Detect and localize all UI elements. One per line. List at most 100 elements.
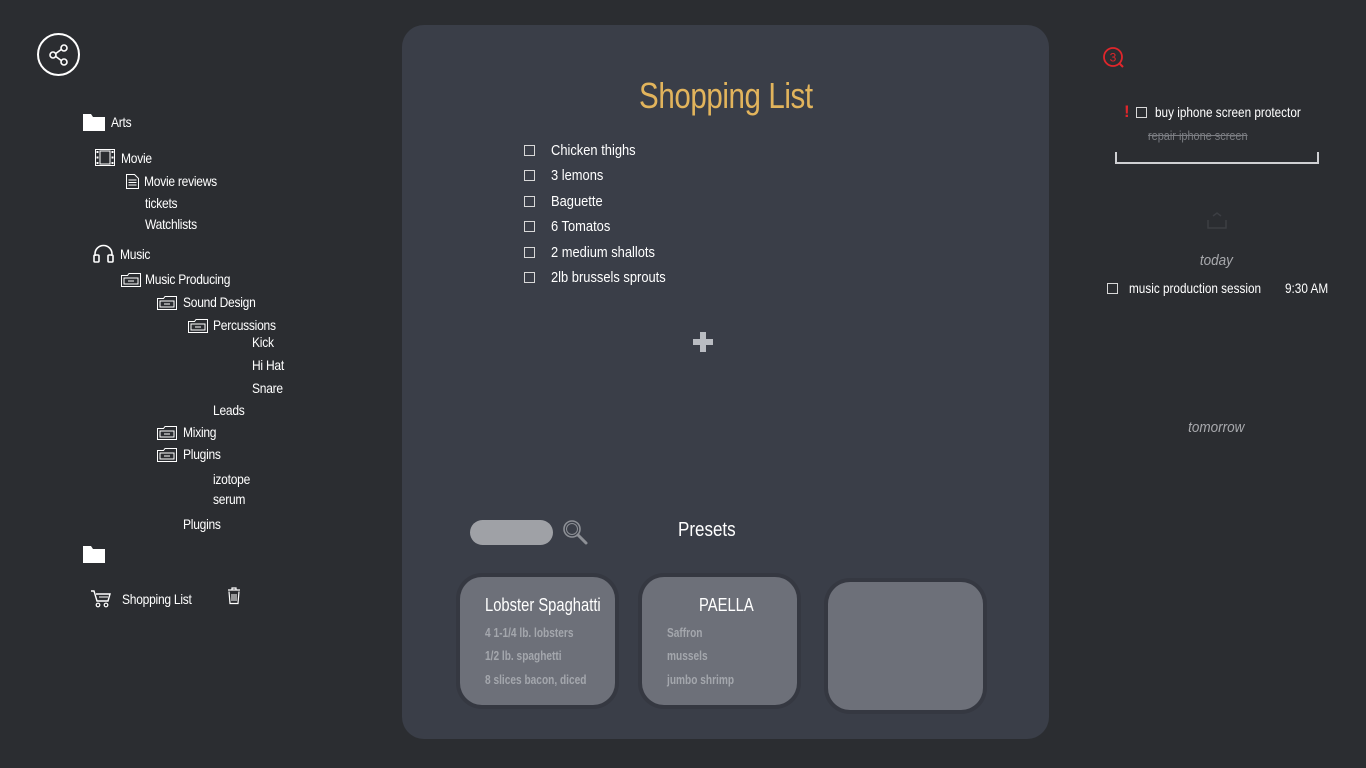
- tree-item-label: Shopping List: [122, 591, 192, 607]
- list-item[interactable]: 6 Tomatos: [524, 218, 620, 235]
- tree-item-label: tickets: [145, 195, 178, 211]
- list-item[interactable]: Chicken thighs: [524, 142, 649, 159]
- folder-icon: [83, 545, 105, 563]
- list-item[interactable]: 2 medium shallots: [524, 244, 672, 261]
- preset-line: 8 slices bacon, diced: [485, 672, 587, 687]
- checkbox[interactable]: [524, 247, 535, 258]
- preset-title: Lobster Spaghatti: [485, 595, 601, 615]
- checkbox[interactable]: [524, 170, 535, 181]
- tree-item-new-folder[interactable]: [83, 545, 111, 563]
- page-title: Shopping List: [638, 75, 813, 116]
- share-button[interactable]: [37, 33, 80, 76]
- tree-item-label: Plugins: [183, 446, 221, 462]
- list-item-label: 6 Tomatos: [551, 218, 611, 235]
- shopping-cart-icon: [90, 590, 112, 608]
- tree-item-shopping-list[interactable]: Shopping List: [90, 590, 203, 608]
- tree-item-label: izotope: [213, 471, 251, 487]
- checkbox[interactable]: [1135, 106, 1147, 118]
- tree-item-label: Plugins: [183, 516, 221, 532]
- film-icon: [95, 149, 115, 166]
- trash-icon: [228, 587, 240, 605]
- tree-item-plugins[interactable]: Plugins: [157, 446, 227, 462]
- checkbox[interactable]: [524, 196, 535, 207]
- tree-item-label: Leads: [213, 402, 245, 418]
- tree-item-music-producing[interactable]: Music Producing: [121, 271, 244, 287]
- archive-tray-icon: [1206, 212, 1228, 235]
- list-item[interactable]: 2lb brussels sprouts: [524, 269, 684, 286]
- share-icon: [48, 43, 68, 66]
- list-item-label: Baguette: [551, 193, 603, 210]
- tree-item-percussions[interactable]: Percussions: [188, 317, 286, 333]
- headphones-icon: [93, 244, 114, 263]
- shopping-list-panel: Shopping List Chicken thighs 3 lemons Ba…: [402, 25, 1049, 739]
- list-item[interactable]: 3 lemons: [524, 167, 612, 184]
- tree-item-movie[interactable]: Movie: [95, 149, 157, 166]
- add-item-button[interactable]: [691, 330, 715, 354]
- todo-label: buy iphone screen protector: [1154, 104, 1301, 120]
- list-item[interactable]: Baguette: [524, 193, 611, 210]
- archive-folder-icon: [157, 295, 177, 310]
- preset-card-lobster-spaghatti[interactable]: Lobster Spaghatti 4 1-1/4 lb. lobsters 1…: [460, 577, 615, 705]
- tree-item-label: Kick: [252, 334, 274, 350]
- tree-item-label: serum: [213, 491, 246, 507]
- checkbox[interactable]: [524, 221, 535, 232]
- tomorrow-label: tomorrow: [1187, 419, 1245, 436]
- preset-line: 4 1-1/4 lb. lobsters: [485, 625, 574, 640]
- list-item-label: 3 lemons: [551, 167, 604, 184]
- document-icon: [126, 173, 139, 189]
- tree-item-izotope[interactable]: izotope: [213, 471, 256, 487]
- today-item-time: 9:30 AM: [1285, 280, 1329, 296]
- list-item-label: 2 medium shallots: [551, 244, 655, 261]
- todo-item[interactable]: ! buy iphone screen protector: [1124, 102, 1328, 122]
- preset-card-paella[interactable]: PAELLA Saffron mussels jumbo shrimp: [642, 577, 797, 705]
- notification-icon: 3: [1103, 47, 1124, 68]
- tree-item-music[interactable]: Music: [93, 244, 155, 263]
- checkbox[interactable]: [524, 145, 535, 156]
- archive-folder-icon: [157, 447, 177, 462]
- tree-item-leads[interactable]: Leads: [213, 402, 250, 418]
- search-input[interactable]: [470, 520, 553, 545]
- priority-mark: !: [1124, 102, 1130, 121]
- delete-button[interactable]: [227, 587, 241, 610]
- today-label: today: [1199, 252, 1233, 269]
- archive-folder-icon: [121, 272, 141, 287]
- today-item-label: music production session: [1129, 280, 1262, 296]
- preset-line: jumbo shrimp: [667, 672, 735, 687]
- tree-item-sound-design[interactable]: Sound Design: [157, 294, 267, 310]
- tree-item-snare[interactable]: Snare: [252, 380, 288, 396]
- presets-heading: Presets: [678, 519, 736, 541]
- todo-label: repair iphone screen: [1148, 128, 1248, 143]
- tree-item-serum[interactable]: serum: [213, 491, 250, 507]
- tree-item-label: Music Producing: [145, 271, 231, 287]
- preset-title: PAELLA: [699, 595, 754, 615]
- search-icon: [563, 520, 588, 545]
- tree-item-watchlists[interactable]: Watchlists: [145, 216, 205, 232]
- checkbox[interactable]: [1107, 282, 1118, 294]
- folder-icon: [83, 113, 105, 131]
- preset-line: 1/2 lb. spaghetti: [485, 648, 562, 663]
- tree-item-mixing[interactable]: Mixing: [157, 424, 222, 440]
- tree-item-label: Watchlists: [145, 216, 197, 232]
- checkbox[interactable]: [524, 272, 535, 283]
- tree-item-label: Movie reviews: [144, 173, 217, 189]
- tree-item-label: Arts: [111, 114, 132, 130]
- tree-item-arts[interactable]: Arts: [83, 113, 135, 131]
- tree-item-label: Mixing: [183, 424, 217, 440]
- tree-item-tickets[interactable]: tickets: [145, 195, 183, 211]
- list-item-label: Chicken thighs: [551, 142, 636, 159]
- today-item[interactable]: music production session: [1107, 280, 1286, 296]
- tree-item-label: Percussions: [213, 317, 276, 333]
- tree-item-label: Music: [120, 245, 151, 262]
- tree-item-hi-hat[interactable]: Hi Hat: [252, 357, 289, 373]
- tree-item-kick[interactable]: Kick: [252, 334, 277, 350]
- preset-line: Saffron: [667, 625, 703, 640]
- notification-badge[interactable]: 3: [1102, 46, 1126, 75]
- preset-card-empty[interactable]: [828, 582, 983, 710]
- archive-folder-icon: [157, 425, 177, 440]
- tree-item-label: Sound Design: [183, 294, 256, 310]
- todo-item-completed[interactable]: repair iphone screen: [1148, 128, 1267, 143]
- search-button[interactable]: [561, 518, 589, 551]
- tree-item-movie-reviews[interactable]: Movie reviews: [126, 173, 229, 189]
- tree-item-label: Movie: [121, 149, 152, 166]
- tree-item-plugins-2[interactable]: Plugins: [183, 516, 227, 532]
